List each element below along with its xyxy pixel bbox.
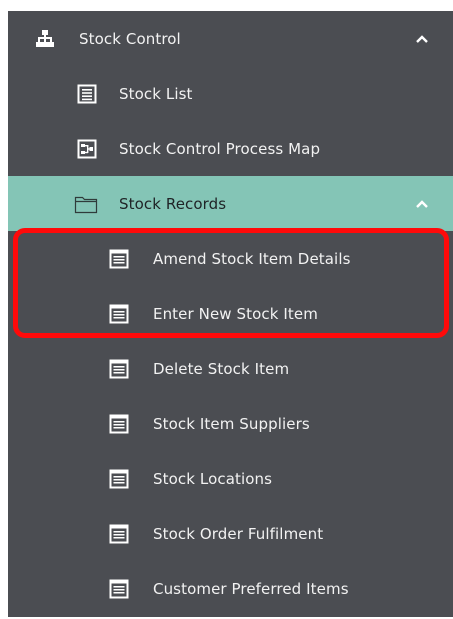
stock-control-nav-panel: Stock Control Stock List Stock Control P… [8, 11, 453, 617]
section-label: Stock Control [79, 29, 181, 48]
sub-item-label: Delete Stock Item [153, 359, 290, 378]
list-icon [77, 84, 97, 103]
form-icon [109, 469, 129, 488]
menu-item-label: Stock Records [119, 194, 227, 213]
sub-item-amend-stock-item-details[interactable]: Amend Stock Item Details [8, 231, 453, 286]
sub-item-stock-item-suppliers[interactable]: Stock Item Suppliers [8, 396, 453, 451]
sub-item-stock-locations[interactable]: Stock Locations [8, 451, 453, 506]
sub-item-label: Stock Item Suppliers [153, 414, 310, 433]
form-icon [109, 414, 129, 433]
sub-item-delete-stock-item[interactable]: Delete Stock Item [8, 341, 453, 396]
chevron-up-icon[interactable] [415, 199, 429, 209]
form-icon [109, 359, 129, 378]
sub-item-label: Stock Order Fulfilment [153, 524, 324, 543]
section-stock-control[interactable]: Stock Control [8, 11, 453, 66]
sub-item-stock-order-fulfilment[interactable]: Stock Order Fulfilment [8, 506, 453, 561]
process-map-icon [77, 139, 97, 158]
menu-item-stock-list[interactable]: Stock List [8, 66, 453, 121]
menu-item-stock-control-process-map[interactable]: Stock Control Process Map [8, 121, 453, 176]
sub-item-customer-preferred-items[interactable]: Customer Preferred Items [8, 561, 453, 616]
sub-item-label: Customer Preferred Items [153, 579, 349, 598]
hierarchy-icon [36, 29, 54, 47]
sub-item-label: Enter New Stock Item [153, 304, 318, 323]
sub-item-label: Stock Locations [153, 469, 273, 488]
form-icon [109, 304, 129, 323]
form-icon [109, 249, 129, 268]
folder-icon [74, 196, 98, 213]
menu-item-label: Stock Control Process Map [119, 139, 321, 158]
menu-item-label: Stock List [119, 84, 193, 103]
sub-item-enter-new-stock-item[interactable]: Enter New Stock Item [8, 286, 453, 341]
form-icon [109, 579, 129, 598]
sub-item-label: Amend Stock Item Details [153, 249, 351, 268]
chevron-up-icon[interactable] [415, 34, 429, 44]
form-icon [109, 524, 129, 543]
menu-item-stock-records[interactable]: Stock Records [8, 176, 453, 231]
